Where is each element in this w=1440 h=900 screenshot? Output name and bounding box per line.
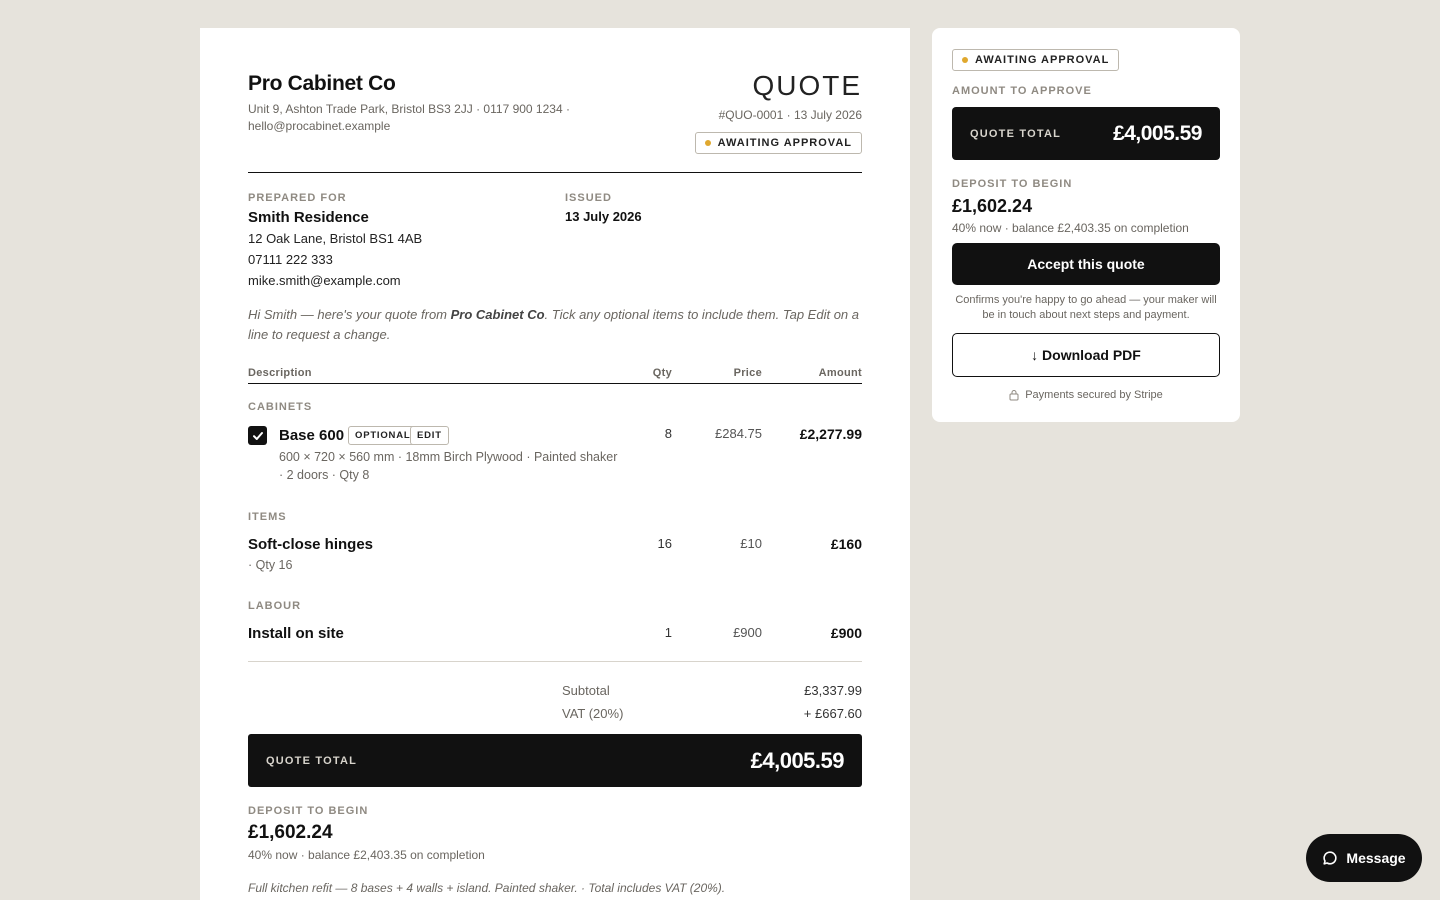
- intro-company: Pro Cabinet Co: [450, 307, 545, 322]
- item-qty: 1: [664, 625, 672, 640]
- client-email: mike.smith@example.com: [248, 273, 401, 288]
- message-button[interactable]: Message: [1306, 834, 1422, 882]
- intro-message: Hi Smith — here's your quote from Pro Ca…: [248, 307, 859, 342]
- item-checkbox[interactable]: [248, 426, 267, 445]
- amount-to-approve-label: AMOUNT TO APPROVE: [952, 85, 1092, 97]
- check-icon: [252, 431, 263, 440]
- message-button-label: Message: [1346, 850, 1406, 866]
- status-badge-label: AWAITING APPROVAL: [717, 137, 852, 149]
- quote-total-bar: QUOTE TOTAL £4,005.59: [248, 734, 862, 787]
- quote-total-label: QUOTE TOTAL: [266, 754, 358, 767]
- sidebar-total-label: QUOTE TOTAL: [970, 127, 1062, 140]
- quote-document: Pro Cabinet Co Unit 9, Ashton Trade Park…: [200, 28, 910, 900]
- sidebar-total-value: £4,005.59: [1113, 121, 1202, 145]
- confirm-note: Confirms you're happy to go ahead — your…: [955, 294, 1217, 321]
- item-price: £10: [740, 536, 762, 551]
- lock-icon: [1009, 390, 1019, 401]
- issued-date: 13 July 2026: [565, 209, 642, 224]
- status-badge: AWAITING APPROVAL: [952, 49, 1120, 71]
- issued-label: ISSUED: [565, 192, 612, 204]
- status-dot-icon: [704, 140, 711, 146]
- item-amount: £900: [830, 625, 862, 641]
- item-name: Base 600: [279, 427, 345, 444]
- item-price: £900: [733, 625, 762, 640]
- vat-label: VAT (20%): [562, 706, 624, 721]
- sidebar-deposit-note: 40% now · balance £2,403.35 on completio…: [952, 221, 1189, 235]
- approval-panel: AWAITING APPROVAL AMOUNT TO APPROVE QUOT…: [932, 28, 1240, 422]
- item-amount: £160: [830, 536, 862, 552]
- sidebar-deposit-value: £1,602.24: [952, 196, 1033, 216]
- table-header-divider: [248, 383, 862, 384]
- item-price: £284.75: [715, 426, 762, 441]
- company-name: Pro Cabinet Co: [248, 72, 396, 95]
- quote-title: QUOTE: [752, 70, 862, 101]
- download-pdf-button[interactable]: ↓ Download PDF: [952, 333, 1220, 377]
- sidebar-deposit-label: DEPOSIT TO BEGIN: [952, 178, 1073, 190]
- deposit-label: DEPOSIT TO BEGIN: [248, 805, 369, 817]
- item-qty: 16: [657, 536, 672, 551]
- item-details: · Qty 16: [248, 558, 293, 572]
- item-amount: £2,277.99: [799, 426, 862, 442]
- header-amount: Amount: [818, 367, 862, 379]
- header-price: Price: [733, 367, 762, 379]
- company-address: Unit 9, Ashton Trade Park, Bristol BS3 2…: [248, 102, 570, 133]
- header-qty: Qty: [652, 367, 672, 379]
- edit-button[interactable]: EDIT: [410, 426, 449, 445]
- client-name: Smith Residence: [248, 209, 369, 226]
- quote-total-value: £4,005.59: [750, 747, 845, 773]
- deposit-value: £1,602.24: [248, 822, 333, 843]
- item-name: Install on site: [248, 625, 344, 642]
- quote-footnote: Full kitchen refit — 8 bases + 4 walls +…: [248, 881, 726, 895]
- quote-meta: #QUO-0001 · 13 July 2026: [718, 108, 862, 122]
- section-label-labour: LABOUR: [248, 600, 302, 612]
- client-address: 12 Oak Lane, Bristol BS1 4AB: [248, 231, 423, 246]
- status-dot-icon: [962, 57, 968, 63]
- subtotal-label: Subtotal: [562, 683, 610, 698]
- section-label-items: ITEMS: [248, 511, 287, 523]
- subtotal-value: £3,337.99: [804, 683, 862, 698]
- client-phone: 07111 222 333: [248, 252, 333, 267]
- status-badge-label: AWAITING APPROVAL: [975, 54, 1110, 66]
- item-details: 600 × 720 × 560 mm · 18mm Birch Plywood …: [279, 450, 618, 482]
- optional-tag: OPTIONAL: [348, 426, 418, 445]
- deposit-note: 40% now · balance £2,403.35 on completio…: [248, 848, 485, 862]
- vat-value: + £667.60: [803, 706, 862, 721]
- header-divider: [248, 172, 862, 173]
- secure-payments-note: Payments secured by Stripe: [932, 389, 1240, 401]
- status-badge: AWAITING APPROVAL: [694, 132, 862, 154]
- accept-quote-button[interactable]: Accept this quote: [952, 243, 1220, 285]
- items-divider: [248, 661, 862, 662]
- secure-note-text: Payments secured by Stripe: [1025, 389, 1163, 401]
- sidebar-total-bar: QUOTE TOTAL £4,005.59: [952, 107, 1220, 160]
- section-label-cabinets: CABINETS: [248, 401, 313, 413]
- prepared-for-label: PREPARED FOR: [248, 192, 347, 204]
- header-description: Description: [248, 367, 312, 379]
- chat-bubble-icon: [1323, 851, 1338, 865]
- item-qty: 8: [664, 426, 672, 441]
- item-name: Soft-close hinges: [248, 536, 374, 553]
